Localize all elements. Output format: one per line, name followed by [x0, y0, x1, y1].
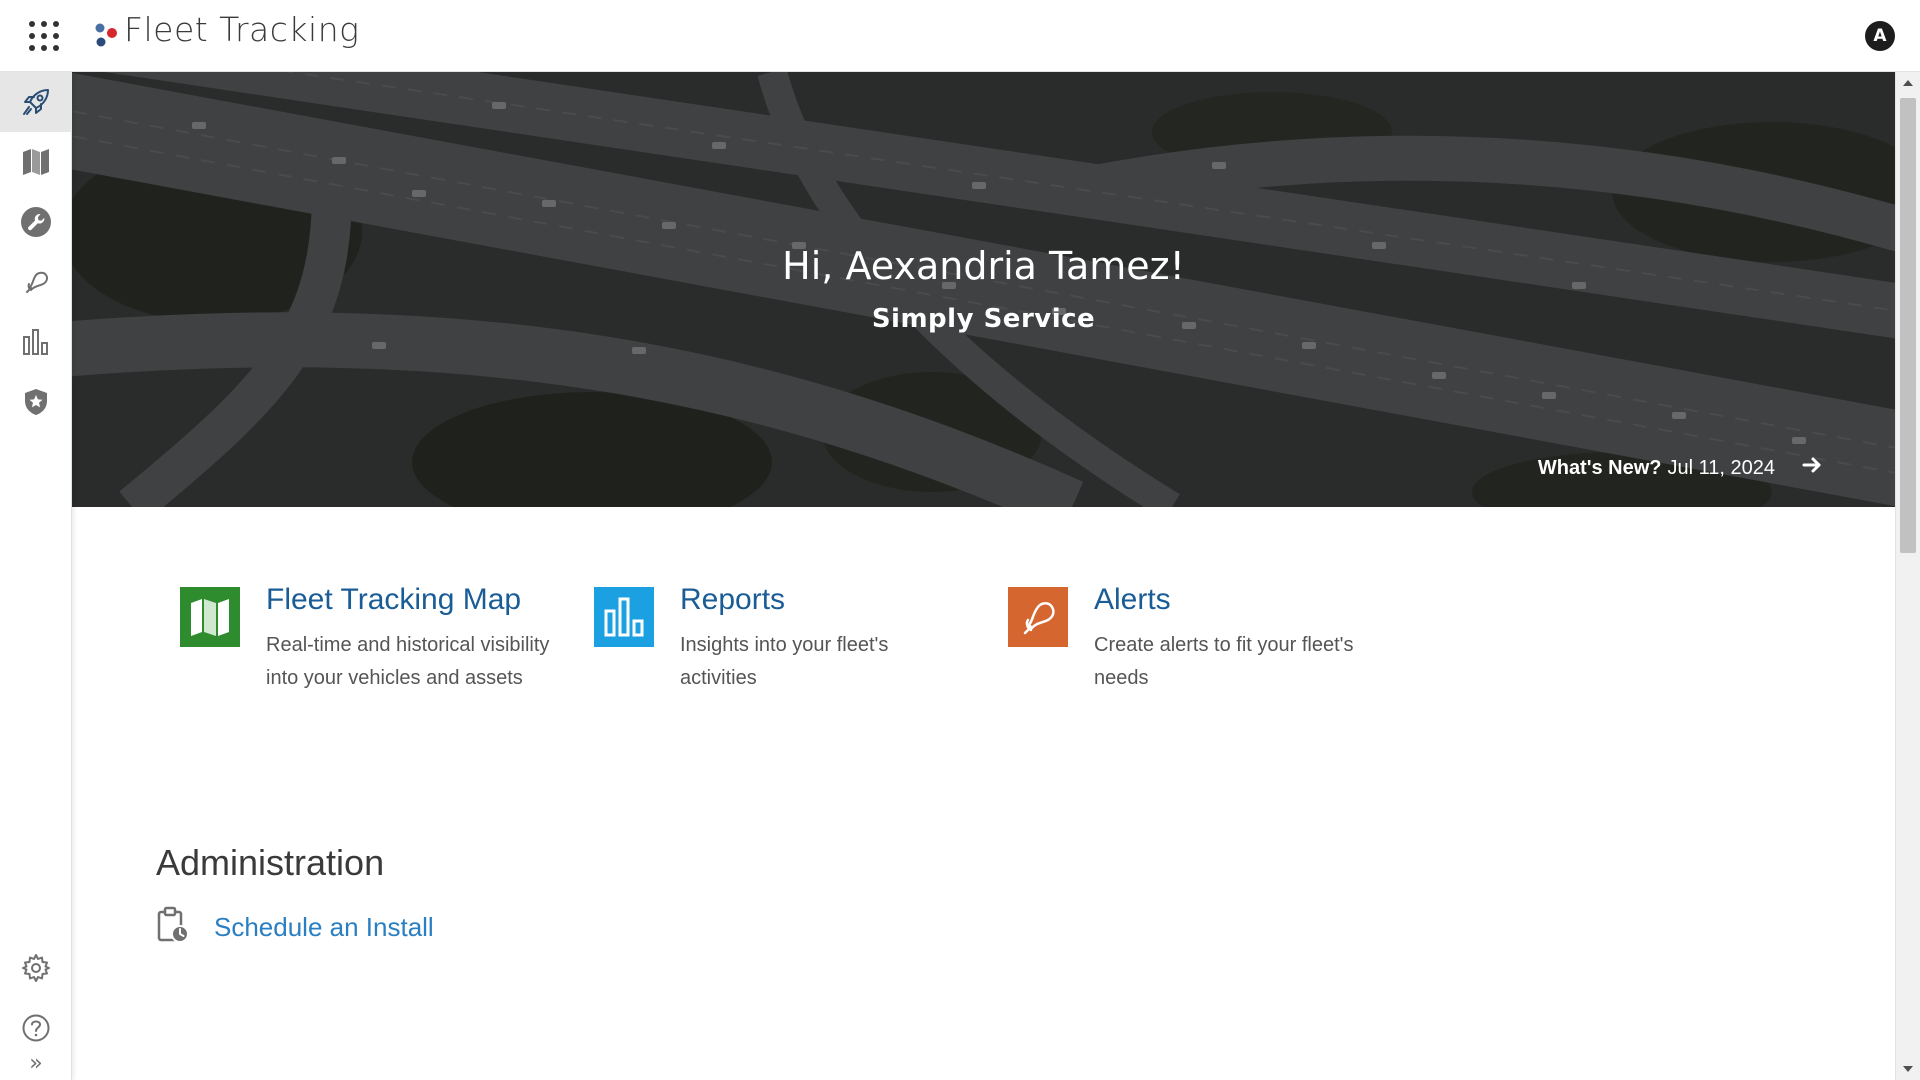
help-icon — [21, 1013, 51, 1043]
whats-new-link[interactable]: What's New? Jul 11, 2024 — [1538, 454, 1823, 482]
sidebar-item-settings[interactable] — [0, 938, 72, 998]
sidebar-item-alerts[interactable] — [0, 252, 72, 312]
highway-background-image — [72, 72, 1895, 507]
company-name: Simply Service — [871, 304, 1096, 334]
scroll-up-button[interactable] — [1896, 72, 1920, 94]
app-title: Fleet Tracking — [124, 10, 360, 49]
bar-chart-icon — [21, 327, 51, 357]
rocket-icon — [20, 86, 52, 118]
arrow-right-icon — [1801, 454, 1823, 482]
gear-icon — [21, 953, 51, 983]
user-avatar[interactable]: A — [1865, 21, 1895, 51]
card-description: Insights into your fleet's activities — [680, 634, 889, 689]
expand-icon: » — [29, 1050, 43, 1076]
top-bar: Fleet Tracking A — [0, 0, 1920, 72]
map-icon — [21, 147, 51, 177]
bell-icon — [21, 267, 51, 297]
sidebar-item-home[interactable] — [0, 72, 72, 132]
sidebar-item-map[interactable] — [0, 132, 72, 192]
bar-chart-icon — [594, 587, 654, 647]
greeting-text: Hi, Aexandria Tamez! — [782, 244, 1185, 288]
scroll-thumb[interactable] — [1900, 98, 1916, 553]
schedule-install-link[interactable]: Schedule an Install — [156, 906, 434, 949]
whats-new-date: Jul 11, 2024 — [1667, 456, 1776, 479]
hero-banner: Hi, Aexandria Tamez! Simply Service What… — [72, 72, 1895, 507]
logo-icon — [94, 22, 120, 48]
feature-cards: Fleet Tracking Map Real-time and histori… — [72, 507, 1895, 807]
schedule-install-label: Schedule an Install — [214, 912, 434, 942]
wrench-icon — [20, 206, 52, 238]
whats-new-label: What's New? — [1537, 456, 1662, 479]
sidebar-item-reports[interactable] — [0, 312, 72, 372]
sidebar-item-security[interactable] — [0, 372, 72, 432]
sidebar: » — [0, 72, 72, 1080]
scroll-down-button[interactable] — [1896, 1058, 1920, 1080]
app-launcher-icon[interactable] — [26, 18, 62, 54]
card-description: Real-time and historical visibility into… — [266, 634, 550, 689]
card-title: Reports — [680, 583, 786, 616]
card-description: Create alerts to fit your fleet's needs — [1094, 634, 1354, 689]
vertical-scrollbar[interactable] — [1895, 72, 1920, 1080]
administration-heading: Administration — [156, 842, 385, 883]
card-title: Alerts — [1094, 583, 1171, 616]
sidebar-expand-button[interactable]: » — [0, 1048, 72, 1078]
clipboard-clock-icon — [156, 906, 190, 949]
shield-star-icon — [22, 387, 50, 417]
sidebar-item-service[interactable] — [0, 192, 72, 252]
card-title: Fleet Tracking Map — [266, 583, 522, 616]
map-icon — [180, 587, 240, 647]
bell-icon — [1008, 587, 1068, 647]
